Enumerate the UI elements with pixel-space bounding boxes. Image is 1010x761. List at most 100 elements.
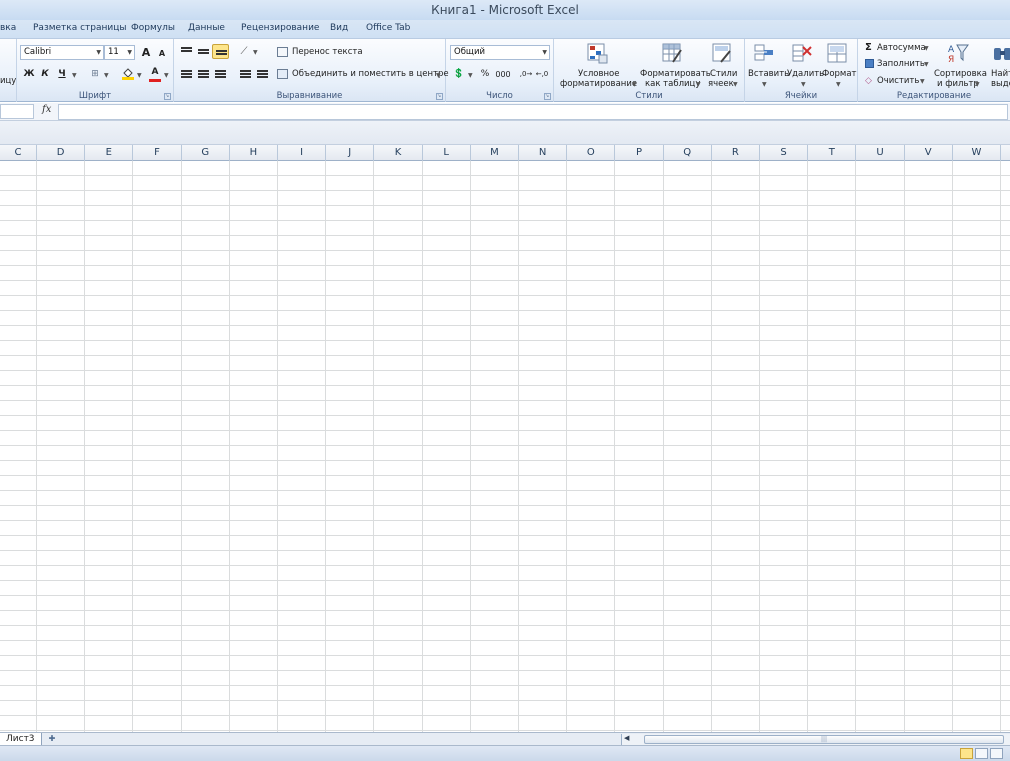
name-box[interactable] [0,104,34,119]
decrease-indent-icon[interactable] [240,70,251,79]
column-header[interactable]: H [230,145,278,161]
merge-dropdown-icon[interactable]: ▼ [436,72,441,79]
conditional-formatting-button[interactable]: Условное форматирование ▼ [554,39,639,89]
dialog-launcher-icon[interactable]: ↘ [544,93,551,100]
tab-formulas[interactable]: Формулы [131,23,175,33]
column-header[interactable]: K [374,145,423,161]
font-name-combo[interactable]: Calibri ▼ [20,45,104,60]
conditional-formatting-label-1: Условное [578,69,620,79]
column-header[interactable]: P [615,145,664,161]
decrease-decimal-icon[interactable]: ←,0 [534,67,550,82]
align-bottom-button[interactable] [212,44,229,59]
shrink-font-button[interactable]: A [154,46,170,61]
column-header[interactable]: L [423,145,471,161]
column-header[interactable]: G [182,145,230,161]
group-editing: Σ Автосумма ▼ Заполнить ▼ ◇ Очистить ▼ A… [858,39,1010,102]
clear-button[interactable]: Очистить [877,76,919,86]
column-header[interactable]: C [0,145,37,161]
tab-data[interactable]: Данные [188,23,225,33]
column-header[interactable]: O [567,145,616,161]
borders-icon[interactable]: ⊞ [87,67,103,82]
align-top-icon[interactable] [181,47,192,56]
column-header[interactable]: M [471,145,519,161]
page-layout-view-button[interactable] [975,748,988,759]
conditional-formatting-label-2: форматирование [560,79,638,89]
clear-dropdown-icon[interactable]: ▼ [920,78,925,85]
align-middle-icon[interactable] [198,49,209,58]
align-right-icon[interactable] [215,70,226,79]
thousands-separator-button[interactable]: 000 [495,67,511,82]
column-header[interactable]: J [326,145,375,161]
column-header[interactable]: F [133,145,182,161]
autosum-button[interactable]: Автосумма [877,43,926,53]
format-cells-button[interactable]: Формат ▼ [821,39,857,89]
insert-sheet-icon[interactable]: ✚ [44,734,60,744]
column-header[interactable]: T [808,145,857,161]
grow-font-button[interactable]: A [138,45,154,60]
sort-filter-button[interactable]: A Я Сортировка и фильтр ▼ [932,39,987,89]
font-color-button[interactable]: A [147,65,163,80]
cell-styles-button[interactable]: Стили ячеек ▼ [705,39,743,89]
merge-center-icon [277,69,288,79]
column-header[interactable]: D [37,145,86,161]
autosum-dropdown-icon[interactable]: ▼ [924,45,929,52]
fill-color-dropdown-icon[interactable]: ▼ [137,72,142,79]
paste-format-label[interactable]: ицу [0,76,16,86]
wrap-text-button[interactable]: Перенос текста [292,47,363,57]
borders-dropdown-icon[interactable]: ▼ [104,72,109,79]
find-select-button[interactable]: Найти выдел [986,39,1010,89]
column-header[interactable]: R [712,145,760,161]
column-header[interactable]: U [856,145,905,161]
formula-input[interactable] [58,104,1008,120]
currency-dropdown-icon[interactable]: ▼ [468,72,473,79]
column-header[interactable]: S [760,145,809,161]
increase-decimal-icon[interactable]: ,0→ [518,67,534,82]
font-size-combo[interactable]: 11 ▼ [104,45,135,60]
scrollbar-thumb[interactable]: ||| [644,735,1004,744]
fill-color-icon[interactable] [120,66,136,81]
align-center-icon[interactable] [198,70,209,79]
dialog-launcher-icon[interactable]: ↘ [436,93,443,100]
orientation-dropdown-icon[interactable]: ▼ [253,49,258,56]
column-header[interactable]: V [905,145,953,161]
column-gridline [84,161,86,732]
tab-view[interactable]: Вид [330,23,348,33]
orientation-icon[interactable]: ⟋ [236,44,252,59]
insert-function-button[interactable]: fx [42,104,51,115]
font-color-dropdown-icon[interactable]: ▼ [164,72,169,79]
column-header[interactable]: Q [664,145,712,161]
dialog-launcher-icon[interactable]: ↘ [164,93,171,100]
cell-grid[interactable] [0,161,1010,732]
percent-button[interactable]: % [477,67,493,82]
currency-format-icon[interactable]: 💲 [451,67,467,82]
column-header[interactable]: I [278,145,327,161]
group-cells: Вставить ▼ Удалить ▼ Формат ▼ Ячейки [745,39,858,102]
column-header[interactable]: N [519,145,568,161]
fill-button[interactable]: Заполнить [877,59,925,69]
number-format-combo[interactable]: Общий ▼ [450,45,550,60]
chevron-down-icon: ▼ [542,49,547,56]
underline-button[interactable]: Ч [54,67,70,82]
tab-review[interactable]: Рецензирование [241,23,319,33]
tab-home[interactable]: вка [0,23,16,33]
scroll-left-icon[interactable]: ◀ [624,734,629,742]
increase-indent-icon[interactable] [257,70,268,79]
column-header[interactable]: W [953,145,1001,161]
fill-dropdown-icon[interactable]: ▼ [924,61,929,68]
group-label-editing: Редактирование [896,91,972,101]
normal-view-button[interactable] [960,748,973,759]
tab-office-tab[interactable]: Office Tab [366,23,410,33]
delete-cells-button[interactable]: Удалить ▼ [785,39,824,89]
merge-center-button[interactable]: Объединить и поместить в центре [292,69,449,79]
format-as-table-button[interactable]: Форматировать как таблицу ▼ [639,39,711,89]
horizontal-scrollbar[interactable]: ◀ ||| [621,734,1010,745]
tab-page-layout[interactable]: Разметка страницы [33,23,127,33]
sheet-tab-active[interactable]: Лист3 [0,733,42,745]
column-header[interactable]: E [85,145,134,161]
align-left-icon[interactable] [181,70,192,79]
page-break-view-button[interactable] [990,748,1003,759]
bold-button[interactable]: Ж [21,67,37,82]
italic-button[interactable]: К [37,67,53,82]
underline-dropdown-icon[interactable]: ▼ [72,72,77,79]
insert-cells-button[interactable]: Вставить ▼ [745,39,789,89]
